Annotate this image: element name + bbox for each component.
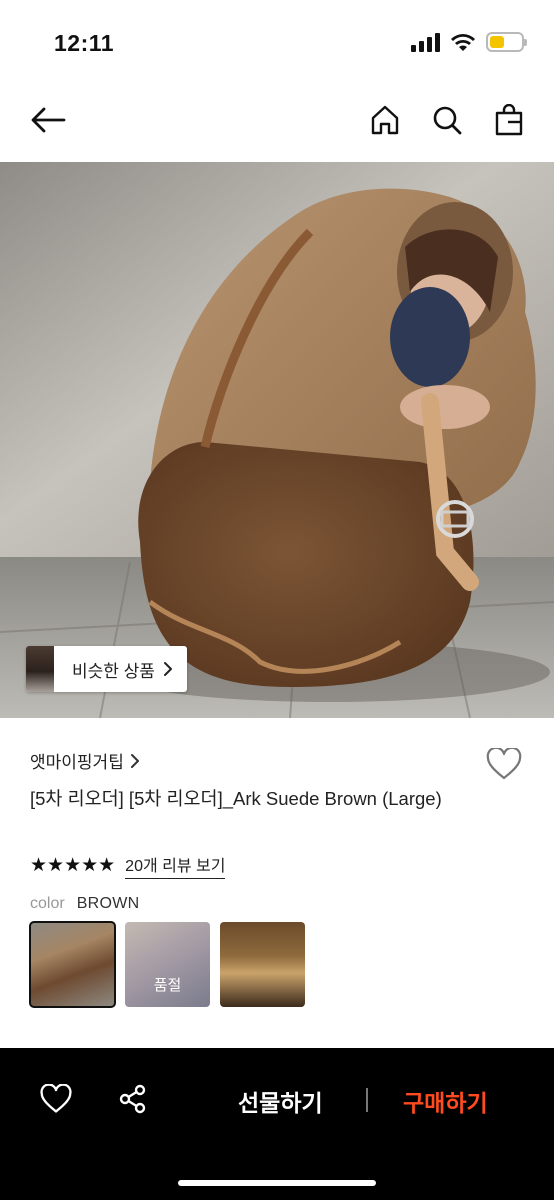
color-option-row: color BROWN	[30, 895, 140, 913]
wishlist-button[interactable]	[484, 744, 524, 784]
color-swatches: 품절	[29, 921, 305, 1008]
brand-link[interactable]: 앳마이핑거팁	[30, 748, 140, 773]
nav-actions	[362, 100, 532, 140]
nav-bar	[0, 88, 554, 162]
divider	[366, 1088, 368, 1112]
rating-stars: ★★★★★	[30, 855, 116, 876]
color-label: color	[30, 895, 65, 912]
product-hero-image[interactable]: 비슷한 상품	[0, 162, 554, 718]
similar-products-button[interactable]: 비슷한 상품	[26, 646, 187, 692]
product-title: [5차 리오더] [5차 리오더]_Ark Suede Brown (Large…	[30, 788, 442, 809]
review-link[interactable]: 20개 리뷰 보기	[125, 852, 226, 879]
wifi-icon	[451, 34, 475, 51]
chevron-right-icon	[163, 661, 187, 677]
similar-product-thumbnail	[26, 646, 54, 692]
soldout-label: 품절	[153, 977, 182, 994]
color-swatch-alt[interactable]	[220, 922, 305, 1007]
product-photo	[0, 162, 554, 718]
cart-button[interactable]	[486, 100, 532, 140]
buy-button[interactable]: 구매하기	[403, 1084, 488, 1118]
battery-icon	[486, 32, 527, 52]
color-swatch-soldout[interactable]: 품절	[125, 922, 210, 1007]
home-indicator	[178, 1180, 376, 1186]
status-bar: 12:11	[0, 0, 554, 88]
heart-icon	[486, 748, 522, 780]
home-icon	[371, 105, 399, 135]
gift-button[interactable]: 선물하기	[238, 1084, 323, 1118]
home-button[interactable]	[362, 100, 408, 140]
bottom-wishlist-button[interactable]	[40, 1083, 72, 1114]
search-icon	[433, 106, 462, 135]
search-button[interactable]	[424, 100, 470, 140]
back-arrow-icon	[31, 107, 66, 133]
shopping-bag-icon	[495, 104, 523, 136]
similar-products-label: 비슷한 상품	[72, 661, 155, 681]
signal-icon	[411, 33, 440, 52]
status-icons	[410, 32, 527, 52]
share-button[interactable]	[118, 1084, 148, 1114]
bottom-action-bar: 선물하기 구매하기	[0, 1048, 554, 1200]
color-value: BROWN	[76, 895, 140, 912]
back-button[interactable]	[26, 100, 70, 140]
brand-name: 앳마이핑거팁	[30, 753, 124, 772]
share-icon	[119, 1084, 146, 1114]
chevron-right-icon	[130, 753, 139, 768]
heart-icon	[40, 1083, 72, 1113]
rating-row: ★★★★★ 20개 리뷰 보기	[30, 852, 226, 879]
color-swatch-brown[interactable]	[29, 921, 116, 1008]
status-time: 12:11	[54, 30, 115, 56]
